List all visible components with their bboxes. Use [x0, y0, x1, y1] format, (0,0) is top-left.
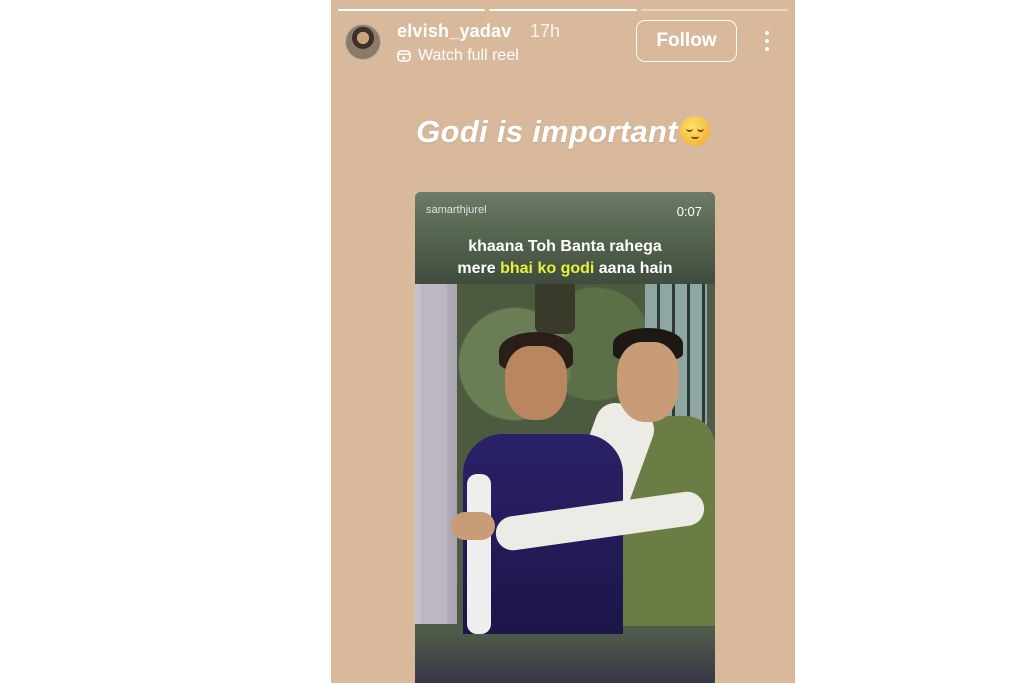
progress-segment	[338, 9, 486, 11]
username[interactable]: elvish_yadav	[397, 21, 511, 42]
progress-segment	[489, 9, 637, 11]
watch-full-reel-link[interactable]: Watch full reel	[397, 47, 519, 65]
progress-segment	[640, 9, 788, 11]
story-header: elvish_yadav 17h Watch full reel Follow	[343, 18, 783, 68]
shared-reel-card[interactable]: samarthjurel 0:07 khaana Toh Banta raheg…	[415, 192, 715, 683]
reel-icon	[397, 50, 411, 62]
story-progress-bar	[338, 9, 788, 11]
reel-video-frame	[415, 284, 715, 683]
avatar[interactable]	[345, 24, 381, 60]
reel-top-overlay: samarthjurel 0:07 khaana Toh Banta raheg…	[415, 192, 715, 284]
relieved-face-emoji-icon	[679, 116, 710, 146]
story-viewer[interactable]: elvish_yadav 17h Watch full reel Follow …	[331, 0, 795, 683]
subtitle-text: aana hain	[594, 260, 673, 277]
subtitle-highlight: bhai ko godi	[500, 260, 595, 277]
reel-subtitle-line-2: mere bhai ko godi aana hain	[415, 258, 715, 280]
follow-button[interactable]: Follow	[636, 20, 737, 62]
subtitle-text: mere	[457, 260, 501, 277]
reel-duration: 0:07	[676, 204, 702, 219]
story-caption: Godi is important	[331, 114, 795, 150]
reel-author: samarthjurel	[426, 204, 487, 216]
post-time: 17h	[530, 21, 561, 41]
watch-full-reel-label: Watch full reel	[418, 47, 519, 64]
more-options-icon[interactable]	[761, 27, 773, 55]
reel-subtitle-line-1: khaana Toh Banta rahega	[468, 238, 662, 255]
caption-text: Godi is important	[416, 114, 678, 149]
